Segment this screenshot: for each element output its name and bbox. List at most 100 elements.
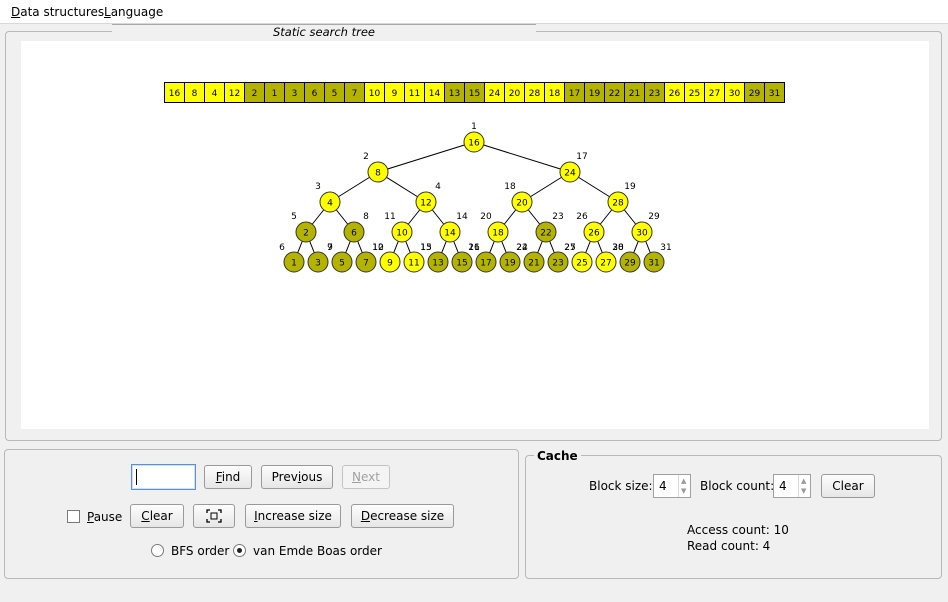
array-cell-value: 3 (292, 89, 298, 99)
spin-down-icon[interactable]: ▼ (801, 487, 806, 495)
spinner-arrows[interactable]: ▲ ▼ (798, 475, 810, 497)
menu-language[interactable]: Language (104, 5, 163, 19)
array-cell-value: 27 (709, 89, 720, 99)
spinner-arrows[interactable]: ▲ ▼ (678, 475, 690, 497)
array-cell-value: 11 (409, 89, 420, 99)
tree-node-index: 5 (291, 212, 297, 222)
clear-cache-button[interactable]: Clear (821, 474, 875, 498)
array-cell-value: 18 (549, 89, 561, 99)
array-cell-value: 6 (312, 89, 318, 99)
block-size-value: 4 (659, 479, 667, 493)
array-cell-value: 15 (469, 89, 480, 99)
menu-mnemonic: D (11, 5, 21, 19)
array-cell-value: 12 (229, 89, 240, 99)
tree-edge (377, 141, 475, 173)
tree-node-value: 28 (612, 199, 624, 209)
tree-node-index: 30 (612, 243, 624, 253)
tree-node-value: 6 (351, 229, 357, 239)
array-cell-value: 16 (169, 89, 181, 99)
array-cell-value: 21 (629, 89, 640, 99)
cache-panel (525, 455, 942, 579)
bfs-order-radio[interactable] (151, 544, 164, 557)
veb-order-radio[interactable] (233, 544, 246, 557)
menu-mnemonic: L (104, 5, 111, 19)
tree-node-index: 9 (327, 243, 333, 253)
pause-label[interactable]: Pause (87, 510, 122, 524)
menu-bar: Data structures Language (0, 0, 948, 24)
array-cell-value: 8 (192, 89, 198, 99)
bfs-order-label[interactable]: BFS order (171, 544, 229, 558)
tree-node-value: 21 (528, 259, 539, 269)
tree-node-index: 3 (315, 182, 321, 192)
tree-edge (473, 141, 571, 173)
tree-drawing: 16 8 4 12 2 1 3 6 5 7 10 9 11 14 13 15 24 20 28 18 17 19 22 21 2… (164, 82, 785, 273)
tree-node-value: 3 (315, 259, 321, 269)
array-cell-value: 7 (352, 89, 358, 99)
tree-node-index: 26 (576, 212, 588, 222)
array-cell-value: 9 (392, 89, 398, 99)
tree-node-value: 13 (432, 259, 443, 269)
tree-node-value: 20 (516, 199, 528, 209)
mnemonic: D (360, 509, 371, 523)
label: ecrease size (370, 509, 445, 523)
previous-button[interactable]: Previous (261, 465, 333, 489)
array-cell-value: 28 (529, 89, 541, 99)
array-cell-value: 17 (569, 89, 580, 99)
tree-node-value: 7 (363, 259, 369, 269)
menu-label: anguage (110, 5, 164, 19)
tree-node-index: 29 (648, 212, 660, 222)
tree-node-value: 10 (396, 229, 408, 239)
clear-tree-button[interactable]: Clear (130, 504, 184, 528)
spin-down-icon[interactable]: ▼ (681, 487, 686, 495)
label: Prev (271, 470, 298, 484)
tree-node-index: 21 (468, 243, 479, 253)
spin-up-icon[interactable]: ▲ (681, 477, 686, 485)
tree-node-index: 24 (516, 243, 528, 253)
tree-panel-title: Static search tree (112, 24, 536, 40)
array-cell-value: 19 (589, 89, 601, 99)
pause-checkbox[interactable] (67, 510, 80, 523)
array-cell-value: 1 (272, 89, 278, 99)
block-count-label: Block count: (700, 479, 775, 493)
menu-data-structures[interactable]: Data structures (11, 5, 104, 19)
tree-node-value: 14 (444, 229, 456, 239)
increase-size-button[interactable]: Increase size (245, 504, 341, 528)
spin-up-icon[interactable]: ▲ (801, 477, 806, 485)
access-count: Access count: 10 (687, 523, 789, 537)
tree-node-value: 1 (291, 259, 297, 269)
tree-node-index: 4 (435, 182, 441, 192)
label: ous (301, 470, 323, 484)
tree-node-index: 17 (576, 152, 587, 162)
array-cell-value: 31 (769, 89, 780, 99)
tree-node-value: 15 (456, 259, 467, 269)
tree-node-value: 11 (408, 259, 419, 269)
tree-node-index: 6 (279, 243, 285, 253)
label: ause (93, 510, 123, 524)
array-cell-value: 10 (369, 89, 381, 99)
label: lear (149, 509, 173, 523)
find-button[interactable]: Find (204, 465, 252, 489)
tree-node-index: 19 (624, 182, 636, 192)
mnemonic: P (87, 510, 94, 524)
array-cell-value: 30 (729, 89, 741, 99)
block-count-spinner[interactable]: 4 ▲ ▼ (773, 474, 811, 498)
tree-node-index: 2 (363, 152, 369, 162)
tree-node-value: 4 (327, 199, 333, 209)
array-cell-value: 14 (429, 89, 441, 99)
read-count: Read count: 4 (687, 539, 771, 553)
tree-node-value: 18 (492, 229, 504, 239)
block-size-spinner[interactable]: 4 ▲ ▼ (653, 474, 691, 498)
decrease-size-button[interactable]: Decrease size (351, 504, 454, 528)
label: ind (221, 470, 241, 484)
tree-node-value: 17 (480, 259, 491, 269)
array-cell-value: 25 (689, 89, 700, 99)
block-count-value: 4 (779, 479, 787, 493)
array-cell-value: 29 (749, 89, 761, 99)
tree-canvas: 16 8 4 12 2 1 3 6 5 7 10 9 11 14 13 15 24 20 28 18 17 19 22 21 2… (21, 41, 929, 429)
veb-order-label[interactable]: van Emde Boas order (253, 544, 382, 558)
tree-node-index: 27 (564, 243, 575, 253)
tree-node-value: 12 (420, 199, 431, 209)
next-button[interactable]: Next (342, 465, 390, 489)
fit-view-button[interactable] (193, 504, 235, 528)
search-input[interactable] (131, 464, 196, 490)
